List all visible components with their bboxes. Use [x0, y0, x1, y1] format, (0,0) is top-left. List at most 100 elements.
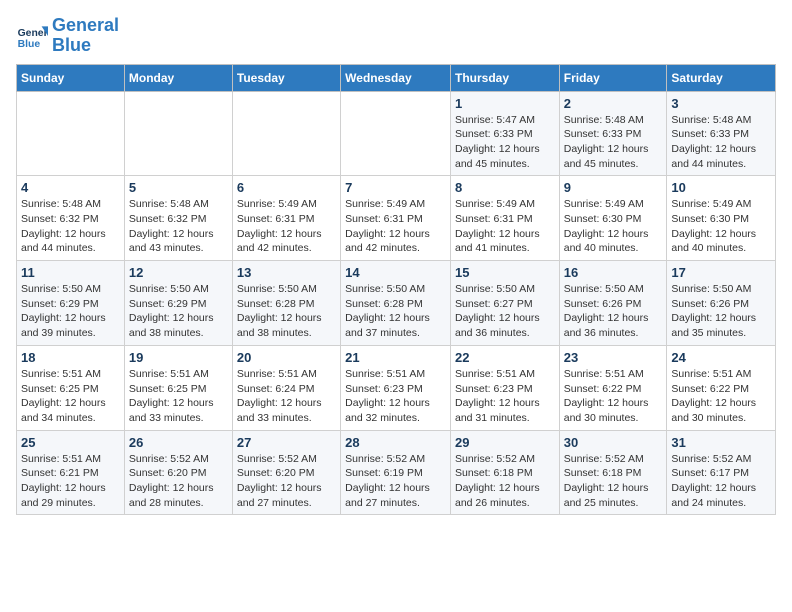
day-number: 14 — [345, 265, 446, 280]
calendar-cell: 12Sunrise: 5:50 AMSunset: 6:29 PMDayligh… — [124, 261, 232, 346]
day-info: Sunrise: 5:51 AMSunset: 6:21 PMDaylight:… — [21, 452, 120, 511]
calendar-table: SundayMondayTuesdayWednesdayThursdayFrid… — [16, 64, 776, 516]
calendar-cell: 30 Sunrise: 5:52 AMSunset: 6:18 PMDayligh… — [559, 430, 667, 515]
calendar-week-row: 11 Sunrise: 5:50 AMSunset: 6:29 PMDayligh… — [17, 261, 776, 346]
calendar-cell — [232, 91, 340, 176]
calendar-cell: 10 Sunrise: 5:49 AMSunset: 6:30 PMDayligh… — [667, 176, 776, 261]
day-number: 24 — [671, 350, 771, 365]
calendar-cell: 28Sunrise: 5:52 AMSunset: 6:19 PMDayligh… — [341, 430, 451, 515]
calendar-cell: 26 Sunrise: 5:52 AMSunset: 6:20 PMDayligh… — [124, 430, 232, 515]
day-info: Sunrise: 5:49 AMSunset: 6:30 PMDaylight:… — [671, 197, 771, 256]
day-info: Sunrise: 5:51 AMSunset: 6:22 PMDaylight:… — [564, 367, 663, 426]
day-info: Sunrise: 5:52 AMSunset: 6:20 PMDaylight:… — [129, 452, 228, 511]
calendar-cell: 23 Sunrise: 5:51 AMSunset: 6:22 PMDayligh… — [559, 345, 667, 430]
day-number: 3 — [671, 96, 771, 111]
day-info: Sunrise: 5:51 AMSunset: 6:25 PMDaylight:… — [21, 367, 120, 426]
svg-text:Blue: Blue — [18, 39, 41, 50]
logo-line1: General — [52, 16, 119, 36]
calendar-cell: 27Sunrise: 5:52 AMSunset: 6:20 PMDayligh… — [232, 430, 340, 515]
calendar-header-friday: Friday — [559, 64, 667, 91]
day-info: Sunrise: 5:51 AMSunset: 6:22 PMDaylight:… — [671, 367, 771, 426]
calendar-header-tuesday: Tuesday — [232, 64, 340, 91]
day-number: 29 — [455, 435, 555, 450]
day-info: Sunrise: 5:49 AMSunset: 6:31 PMDaylight:… — [237, 197, 336, 256]
calendar-cell: 1Sunrise: 5:47 AMSunset: 6:33 PMDaylight… — [450, 91, 559, 176]
logo-line2: Blue — [52, 36, 119, 56]
day-number: 23 — [564, 350, 663, 365]
calendar-week-row: 4 Sunrise: 5:48 AMSunset: 6:32 PMDaylight… — [17, 176, 776, 261]
calendar-cell: 21Sunrise: 5:51 AMSunset: 6:23 PMDayligh… — [341, 345, 451, 430]
calendar-cell: 20 Sunrise: 5:51 AMSunset: 6:24 PMDayligh… — [232, 345, 340, 430]
day-number: 26 — [129, 435, 228, 450]
day-info: Sunrise: 5:49 AMSunset: 6:30 PMDaylight:… — [564, 197, 663, 256]
logo-icon: General Blue — [16, 20, 48, 52]
day-info: Sunrise: 5:50 AMSunset: 6:27 PMDaylight:… — [455, 282, 555, 341]
day-info: Sunrise: 5:52 AMSunset: 6:18 PMDaylight:… — [455, 452, 555, 511]
calendar-cell: 4 Sunrise: 5:48 AMSunset: 6:32 PMDaylight… — [17, 176, 125, 261]
calendar-header-wednesday: Wednesday — [341, 64, 451, 91]
day-number: 1 — [455, 96, 555, 111]
day-info: Sunrise: 5:48 AMSunset: 6:32 PMDaylight:… — [21, 197, 120, 256]
page-header: General Blue General Blue — [16, 16, 776, 56]
day-number: 15 — [455, 265, 555, 280]
day-number: 10 — [671, 180, 771, 195]
day-number: 11 — [21, 265, 120, 280]
day-info: Sunrise: 5:50 AMSunset: 6:26 PMDaylight:… — [671, 282, 771, 341]
calendar-cell: 5 Sunrise: 5:48 AMSunset: 6:32 PMDaylight… — [124, 176, 232, 261]
day-info: Sunrise: 5:52 AMSunset: 6:18 PMDaylight:… — [564, 452, 663, 511]
day-info: Sunrise: 5:50 AMSunset: 6:28 PMDaylight:… — [345, 282, 446, 341]
day-number: 5 — [129, 180, 228, 195]
day-info: Sunrise: 5:48 AMSunset: 6:32 PMDaylight:… — [129, 197, 228, 256]
calendar-cell — [341, 91, 451, 176]
calendar-header-row: SundayMondayTuesdayWednesdayThursdayFrid… — [17, 64, 776, 91]
calendar-cell: 18 Sunrise: 5:51 AMSunset: 6:25 PMDayligh… — [17, 345, 125, 430]
day-number: 6 — [237, 180, 336, 195]
day-number: 18 — [21, 350, 120, 365]
day-number: 17 — [671, 265, 771, 280]
calendar-cell: 3 Sunrise: 5:48 AMSunset: 6:33 PMDaylight… — [667, 91, 776, 176]
day-number: 7 — [345, 180, 446, 195]
calendar-header-monday: Monday — [124, 64, 232, 91]
day-number: 28 — [345, 435, 446, 450]
day-info: Sunrise: 5:52 AMSunset: 6:20 PMDaylight:… — [237, 452, 336, 511]
day-info: Sunrise: 5:51 AMSunset: 6:24 PMDaylight:… — [237, 367, 336, 426]
day-number: 16 — [564, 265, 663, 280]
calendar-cell: 31 Sunrise: 5:52 AMSunset: 6:17 PMDayligh… — [667, 430, 776, 515]
calendar-cell: 24 Sunrise: 5:51 AMSunset: 6:22 PMDayligh… — [667, 345, 776, 430]
day-number: 12 — [129, 265, 228, 280]
calendar-cell: 2Sunrise: 5:48 AMSunset: 6:33 PMDaylight… — [559, 91, 667, 176]
day-info: Sunrise: 5:52 AMSunset: 6:17 PMDaylight:… — [671, 452, 771, 511]
calendar-cell: 11 Sunrise: 5:50 AMSunset: 6:29 PMDayligh… — [17, 261, 125, 346]
calendar-cell: 19Sunrise: 5:51 AMSunset: 6:25 PMDayligh… — [124, 345, 232, 430]
day-info: Sunrise: 5:50 AMSunset: 6:29 PMDaylight:… — [21, 282, 120, 341]
day-number: 13 — [237, 265, 336, 280]
day-number: 31 — [671, 435, 771, 450]
calendar-cell: 13 Sunrise: 5:50 AMSunset: 6:28 PMDayligh… — [232, 261, 340, 346]
calendar-cell: 29 Sunrise: 5:52 AMSunset: 6:18 PMDayligh… — [450, 430, 559, 515]
calendar-week-row: 18 Sunrise: 5:51 AMSunset: 6:25 PMDayligh… — [17, 345, 776, 430]
day-info: Sunrise: 5:48 AMSunset: 6:33 PMDaylight:… — [671, 113, 771, 172]
calendar-week-row: 1Sunrise: 5:47 AMSunset: 6:33 PMDaylight… — [17, 91, 776, 176]
calendar-cell: 7 Sunrise: 5:49 AMSunset: 6:31 PMDaylight… — [341, 176, 451, 261]
day-number: 25 — [21, 435, 120, 450]
day-info: Sunrise: 5:49 AMSunset: 6:31 PMDaylight:… — [455, 197, 555, 256]
day-info: Sunrise: 5:49 AMSunset: 6:31 PMDaylight:… — [345, 197, 446, 256]
calendar-week-row: 25 Sunrise: 5:51 AMSunset: 6:21 PMDayligh… — [17, 430, 776, 515]
day-info: Sunrise: 5:50 AMSunset: 6:28 PMDaylight:… — [237, 282, 336, 341]
day-number: 4 — [21, 180, 120, 195]
day-number: 9 — [564, 180, 663, 195]
logo: General Blue General Blue — [16, 16, 119, 56]
calendar-cell: 22Sunrise: 5:51 AMSunset: 6:23 PMDayligh… — [450, 345, 559, 430]
day-number: 30 — [564, 435, 663, 450]
day-number: 20 — [237, 350, 336, 365]
calendar-cell: 14 Sunrise: 5:50 AMSunset: 6:28 PMDayligh… — [341, 261, 451, 346]
calendar-cell: 6 Sunrise: 5:49 AMSunset: 6:31 PMDaylight… — [232, 176, 340, 261]
day-number: 2 — [564, 96, 663, 111]
calendar-cell: 17 Sunrise: 5:50 AMSunset: 6:26 PMDayligh… — [667, 261, 776, 346]
calendar-header-sunday: Sunday — [17, 64, 125, 91]
day-info: Sunrise: 5:50 AMSunset: 6:26 PMDaylight:… — [564, 282, 663, 341]
calendar-cell: 25 Sunrise: 5:51 AMSunset: 6:21 PMDayligh… — [17, 430, 125, 515]
calendar-body: 1Sunrise: 5:47 AMSunset: 6:33 PMDaylight… — [17, 91, 776, 515]
calendar-header-thursday: Thursday — [450, 64, 559, 91]
calendar-cell: 16 Sunrise: 5:50 AMSunset: 6:26 PMDayligh… — [559, 261, 667, 346]
